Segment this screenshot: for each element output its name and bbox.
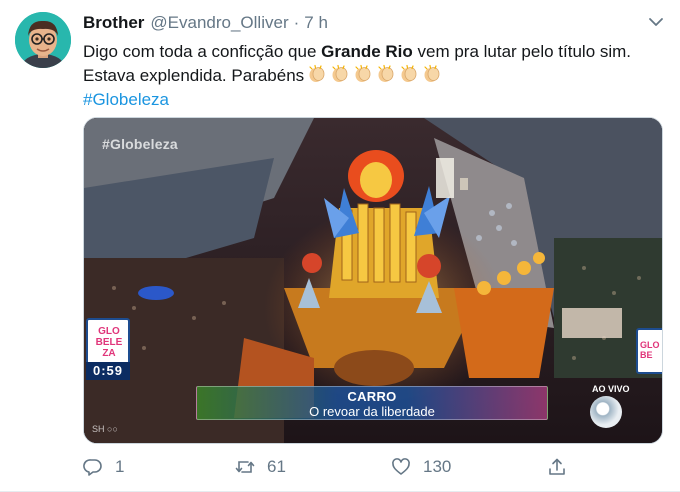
bottom-left-label: SH ○○ xyxy=(92,424,118,434)
text-segment: vem pra lutar pelo título sim. xyxy=(412,42,632,61)
share-button[interactable] xyxy=(547,455,567,479)
tweet-header: Brother @Evandro_Olliver · 7 h xyxy=(83,13,328,35)
text-segment: Estava explendida. Parabéns xyxy=(83,66,305,85)
tweet-card[interactable]: Brother @Evandro_Olliver · 7 h Digo com … xyxy=(0,0,680,492)
retweet-icon xyxy=(235,461,255,473)
clap-icon xyxy=(307,64,327,84)
retweet-button[interactable]: 61 xyxy=(235,455,286,479)
broadcast-clock: 0:59 xyxy=(86,362,130,380)
reply-count: 1 xyxy=(115,457,125,476)
clap-icon xyxy=(376,64,396,84)
header-separator: · xyxy=(293,13,300,32)
author-handle[interactable]: @Evandro_Olliver xyxy=(150,13,288,33)
clap-icon xyxy=(353,64,373,84)
tweet-text-line-2: Estava explendida. Parabéns xyxy=(83,64,668,88)
tv-network-logo xyxy=(590,396,622,428)
clap-icon xyxy=(330,64,350,84)
broadcast-caption: CARRO O revoar da liberdade xyxy=(196,386,548,420)
broadcast-logo-right-label: GLO BE xyxy=(640,340,660,360)
broadcast-logo-left-label: GLO BELE ZA xyxy=(95,326,123,359)
tweet-text-line-1: Digo com toda a conficção que Grande Rio… xyxy=(83,40,668,64)
avatar[interactable] xyxy=(15,12,71,68)
share-icon xyxy=(549,458,565,475)
text-segment: Digo com toda a conficção que xyxy=(83,42,322,61)
like-count: 130 xyxy=(423,457,452,476)
tweet-timestamp[interactable]: 7 h xyxy=(304,13,328,33)
broadcast-logo-right: GLO BE xyxy=(636,328,662,374)
chevron-down-icon[interactable] xyxy=(646,12,666,32)
like-icon xyxy=(392,458,410,475)
author-name[interactable]: Brother xyxy=(83,13,144,33)
retweet-count: 61 xyxy=(267,457,286,476)
live-label: AO VIVO xyxy=(592,384,630,394)
tweet-text: Digo com toda a conficção que Grande Rio… xyxy=(83,40,668,112)
tweet-actions: 1 61 130 xyxy=(83,455,583,479)
tweet-media-image[interactable]: #Globeleza GLO BELE ZA 0:59 GLO BE CARRO… xyxy=(83,117,663,444)
broadcast-watermark: #Globeleza xyxy=(102,136,178,152)
clap-icon xyxy=(422,64,442,84)
text-bold-segment: Grande Rio xyxy=(321,42,413,61)
clap-icon xyxy=(399,64,419,84)
like-button[interactable]: 130 xyxy=(391,455,451,479)
caption-subtitle: O revoar da liberdade xyxy=(309,404,435,419)
caption-title: CARRO xyxy=(347,389,397,404)
reply-button[interactable]: 1 xyxy=(83,455,124,479)
reply-icon xyxy=(83,459,102,476)
tweet-text-line-3: #Globeleza xyxy=(83,88,668,112)
clap-emoji-group xyxy=(304,64,442,85)
hashtag-link[interactable]: #Globeleza xyxy=(83,90,169,109)
